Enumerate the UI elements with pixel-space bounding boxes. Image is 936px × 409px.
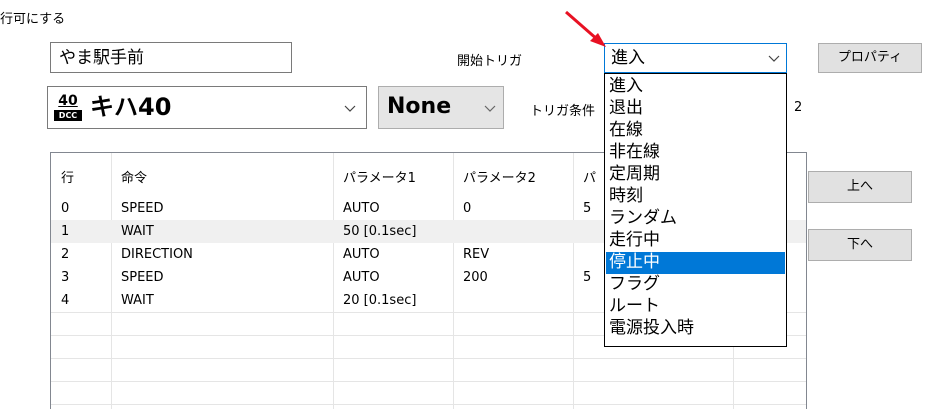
column-header-command[interactable]: 命令	[113, 161, 147, 197]
condition-value: None	[387, 94, 452, 119]
cell-param3: 5	[583, 201, 592, 216]
cell-param1: AUTO	[343, 270, 380, 285]
dcc-badge: DCC	[54, 110, 82, 121]
enable-checkbox-label: 行可にする	[0, 12, 66, 27]
cell-command: DIRECTION	[121, 247, 193, 262]
cell-param3	[575, 289, 583, 312]
dcc-address-number: 40	[58, 93, 78, 109]
cell-param2	[455, 289, 463, 312]
cell-row: 4	[61, 293, 70, 308]
cell-command: SPEED	[121, 270, 164, 285]
cell-param2: 200	[463, 270, 488, 285]
dropdown-option[interactable]: 定周期	[606, 164, 785, 186]
start-trigger-label: 開始トリガ	[457, 54, 523, 69]
cell-command: WAIT	[121, 293, 154, 308]
red-arrow-icon	[560, 10, 610, 50]
dropdown-option[interactable]: 非在線	[606, 142, 785, 164]
start-trigger-dropdown-list[interactable]: 進入 退出 在線 非在線 定周期 時刻 ランダム 走行中 停止中 フラグ ルート…	[604, 73, 787, 347]
column-header-param1[interactable]: パラメータ1	[335, 161, 416, 197]
dropdown-option[interactable]: 退出	[606, 98, 785, 120]
trigger-condition-label: トリガ条件	[530, 104, 596, 119]
properties-button[interactable]: プロパティ	[818, 43, 922, 73]
start-trigger-combobox[interactable]: 進入	[604, 43, 787, 73]
locomotive-combobox[interactable]: 40 DCC キハ40	[47, 86, 367, 129]
station-name-input[interactable]: やま駅手前	[50, 42, 292, 73]
dropdown-option[interactable]: 進入	[606, 76, 785, 98]
cell-param3: 5	[583, 270, 592, 285]
cell-param2: REV	[463, 247, 490, 262]
cell-param1: AUTO	[343, 201, 380, 216]
cell-param1: 20 [0.1sec]	[343, 293, 417, 308]
dropdown-option[interactable]: 在線	[606, 120, 785, 142]
cell-param2: 0	[463, 201, 472, 216]
chevron-down-icon	[483, 101, 499, 117]
dcc-loco-icon: 40 DCC	[53, 94, 83, 122]
column-header-param2[interactable]: パラメータ2	[455, 161, 536, 197]
cell-command: WAIT	[121, 224, 154, 239]
cell-row: 1	[61, 224, 70, 239]
dropdown-option[interactable]: ルート	[606, 296, 785, 318]
locomotive-name: キハ40	[90, 93, 172, 121]
cell-row: 2	[61, 247, 70, 262]
condition-combobox[interactable]: None	[378, 86, 504, 129]
cell-row: 3	[61, 270, 70, 285]
move-up-button[interactable]: 上へ	[808, 171, 912, 203]
cell-param2	[455, 220, 463, 243]
dropdown-option[interactable]: ランダム	[606, 208, 785, 230]
start-trigger-value: 進入	[611, 48, 645, 68]
column-header-row[interactable]: 行	[53, 161, 74, 197]
dropdown-option[interactable]: 時刻	[606, 186, 785, 208]
cell-command: SPEED	[121, 201, 164, 216]
chevron-down-icon	[767, 51, 783, 67]
column-header-param3[interactable]: パ	[575, 161, 596, 197]
cell-param3	[575, 243, 583, 266]
dropdown-option-highlighted[interactable]: 停止中	[606, 252, 785, 274]
cell-param1: 50 [0.1sec]	[343, 224, 417, 239]
trigger-condition-suffix: 2	[794, 100, 803, 115]
dropdown-option[interactable]: 走行中	[606, 230, 785, 252]
cell-row: 0	[61, 201, 70, 216]
cell-param1: AUTO	[343, 247, 380, 262]
dropdown-option[interactable]: フラグ	[606, 274, 785, 296]
dropdown-option[interactable]: 電源投入時	[606, 318, 785, 340]
chevron-down-icon	[343, 101, 359, 117]
move-down-button[interactable]: 下へ	[808, 229, 912, 261]
cell-param3	[575, 220, 583, 243]
